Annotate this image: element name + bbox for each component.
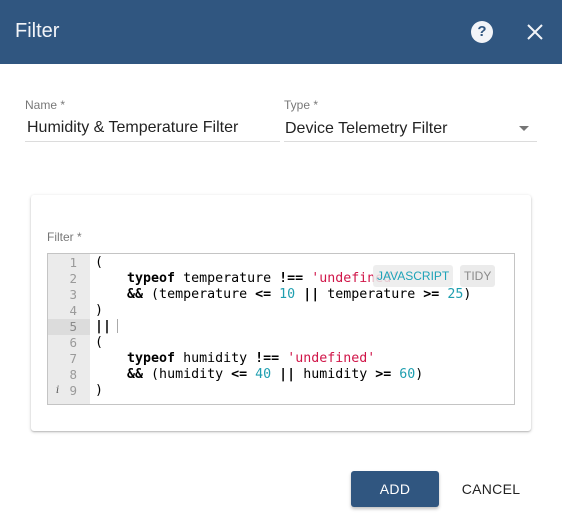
type-select[interactable]: Device Telemetry Filter	[285, 119, 447, 139]
code-line: 9 i )	[48, 383, 514, 399]
operator: !==	[279, 271, 304, 286]
operator: ||	[95, 319, 112, 334]
code-line: 8 && (humidity <= 40 || humidity >= 60)	[48, 367, 514, 383]
name-label: Name *	[25, 98, 66, 112]
number-literal: 10	[279, 287, 296, 302]
line-number: 5	[48, 319, 90, 335]
operator: >=	[423, 287, 440, 302]
code-line: 3 && (temperature <= 10 || temperature >…	[48, 287, 514, 303]
code-line: 4 )	[48, 303, 514, 319]
dropdown-arrow-icon[interactable]	[519, 126, 529, 131]
code-text: )	[415, 367, 424, 382]
operator: <=	[231, 367, 248, 382]
name-underline	[25, 141, 280, 142]
close-icon[interactable]	[524, 21, 546, 43]
help-icon[interactable]: ?	[471, 21, 493, 43]
code-text: )	[463, 287, 472, 302]
line-number: 3	[69, 287, 77, 302]
number-literal: 25	[447, 287, 464, 302]
operator: ||	[279, 367, 296, 382]
language-button[interactable]: JAVASCRIPT	[373, 265, 454, 287]
line-number: 4	[69, 303, 77, 318]
filter-label: Filter *	[47, 230, 82, 244]
line-number: 8	[69, 367, 77, 382]
code-line-active: 5 ||	[48, 319, 514, 335]
identifier: humidity	[295, 367, 376, 382]
line-number: 7	[69, 351, 77, 366]
type-underline	[284, 141, 537, 142]
code-text: (	[95, 255, 104, 270]
operator: <=	[255, 287, 272, 302]
tidy-button[interactable]: TIDY	[460, 265, 496, 287]
code-text: )	[95, 303, 104, 318]
number-literal: 40	[255, 367, 272, 382]
info-icon[interactable]: i	[56, 383, 59, 399]
operator: ||	[303, 287, 320, 302]
operator: &&	[127, 367, 144, 382]
line-number: 9	[69, 383, 77, 398]
code-line: 7 typeof humidity !== 'undefined'	[48, 351, 514, 367]
keyword: typeof	[127, 271, 176, 286]
code-line: 6 (	[48, 335, 514, 351]
identifier: temperature	[319, 287, 424, 302]
operator: !==	[255, 351, 280, 366]
line-number: 6	[69, 335, 77, 350]
add-button[interactable]: ADD	[351, 471, 439, 507]
text-cursor	[117, 319, 119, 333]
string-literal: 'undefined'	[287, 351, 376, 366]
code-text: (	[95, 335, 104, 350]
identifier: humidity	[175, 351, 256, 366]
name-input[interactable]: Humidity & Temperature Filter	[27, 118, 238, 138]
dialog-title: Filter	[15, 20, 60, 42]
line-number: 2	[69, 271, 77, 286]
identifier: (temperature	[143, 287, 256, 302]
line-number: 1	[69, 255, 77, 270]
identifier: temperature	[175, 271, 280, 286]
type-label: Type *	[284, 98, 319, 112]
number-literal: 60	[399, 367, 416, 382]
identifier: (humidity	[143, 367, 232, 382]
operator: &&	[127, 287, 144, 302]
operator: >=	[375, 367, 392, 382]
keyword: typeof	[127, 351, 176, 366]
dialog-toolbar: Filter ?	[0, 0, 562, 64]
code-text: )	[95, 383, 104, 398]
cancel-button[interactable]: CANCEL	[450, 471, 532, 507]
